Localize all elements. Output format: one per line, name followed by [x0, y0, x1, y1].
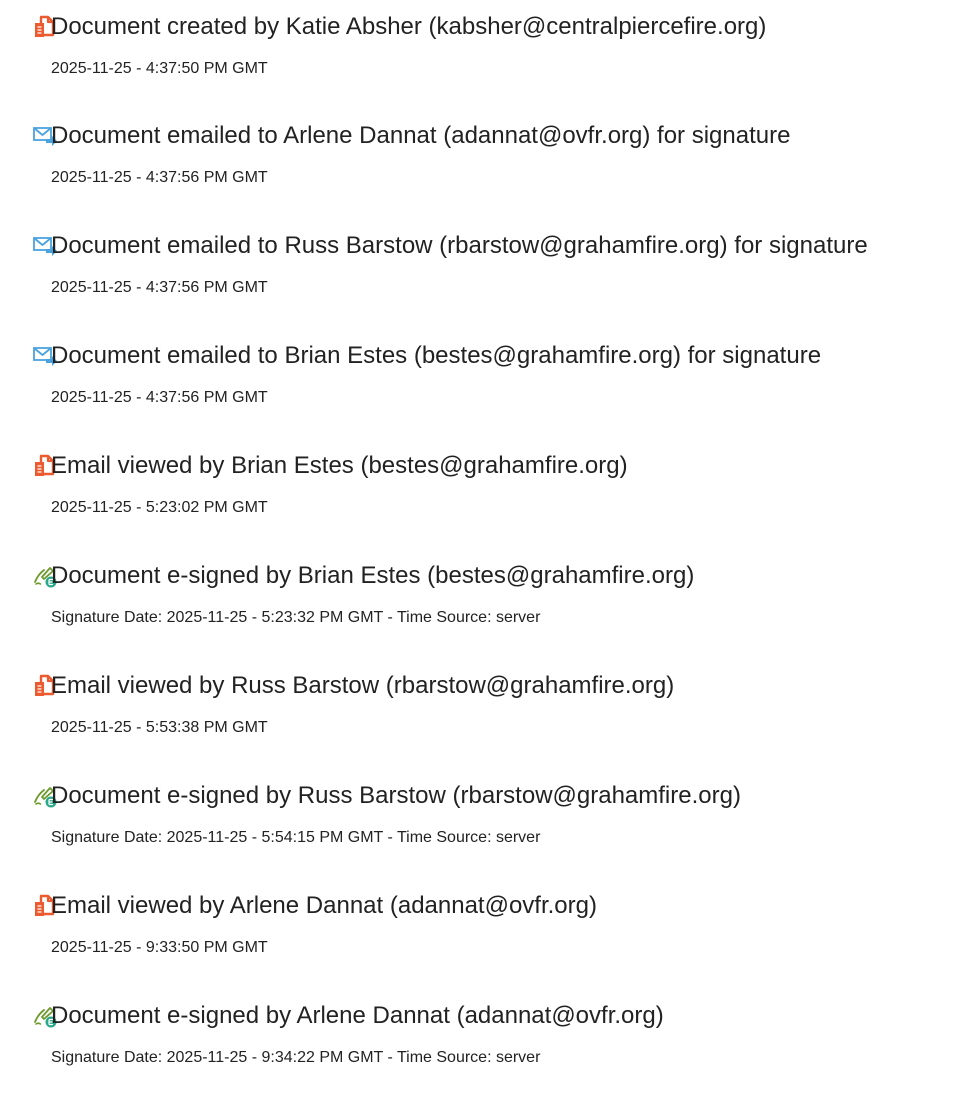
audit-event: Document e-signed by Russ Barstow (rbars… [0, 779, 956, 879]
audit-event: Document emailed to Brian Estes (bestes@… [0, 339, 956, 439]
event-title: Document e-signed by Arlene Dannat (adan… [51, 1002, 664, 1029]
event-title: Document e-signed by Russ Barstow (rbars… [51, 782, 741, 809]
audit-event: Email viewed by Arlene Dannat (adannat@o… [0, 889, 956, 989]
event-timestamp: 2025-11-25 - 4:37:56 PM GMT [51, 389, 268, 406]
event-title: Document emailed to Brian Estes (bestes@… [51, 342, 822, 369]
event-timestamp: Signature Date: 2025-11-25 - 5:54:15 PM … [51, 829, 541, 846]
event-title: Email viewed by Arlene Dannat (adannat@o… [51, 892, 597, 919]
audit-event: Document emailed to Russ Barstow (rbarst… [0, 229, 956, 329]
event-title: Email viewed by Russ Barstow (rbarstow@g… [51, 672, 675, 699]
event-timestamp: 2025-11-25 - 4:37:56 PM GMT [51, 169, 268, 186]
event-timestamp: 2025-11-25 - 9:33:50 PM GMT [51, 939, 268, 956]
event-timestamp: 2025-11-25 - 5:23:02 PM GMT [51, 499, 268, 516]
event-timestamp: 2025-11-25 - 5:53:38 PM GMT [51, 719, 268, 736]
event-timestamp: Signature Date: 2025-11-25 - 9:34:22 PM … [51, 1049, 541, 1066]
event-timestamp: 2025-11-25 - 4:37:50 PM GMT [51, 60, 268, 77]
event-title: Document emailed to Arlene Dannat (adann… [51, 122, 791, 149]
event-title: Document emailed to Russ Barstow (rbarst… [51, 232, 868, 259]
audit-event: Document emailed to Arlene Dannat (adann… [0, 119, 956, 219]
event-timestamp: Signature Date: 2025-11-25 - 5:23:32 PM … [51, 609, 541, 626]
audit-event: Email viewed by Russ Barstow (rbarstow@g… [0, 669, 956, 769]
audit-event: Document created by Katie Absher (kabshe… [0, 10, 956, 110]
audit-event: Email viewed by Brian Estes (bestes@grah… [0, 449, 956, 549]
event-title: Document created by Katie Absher (kabshe… [51, 13, 767, 40]
event-title: Email viewed by Brian Estes (bestes@grah… [51, 452, 628, 479]
event-title: Document e-signed by Brian Estes (bestes… [51, 562, 695, 589]
audit-trail-list: Document created by Katie Absher (kabshe… [0, 0, 956, 1109]
audit-event: Document e-signed by Brian Estes (bestes… [0, 559, 956, 659]
audit-event: Document e-signed by Arlene Dannat (adan… [0, 999, 956, 1099]
event-timestamp: 2025-11-25 - 4:37:56 PM GMT [51, 279, 268, 296]
